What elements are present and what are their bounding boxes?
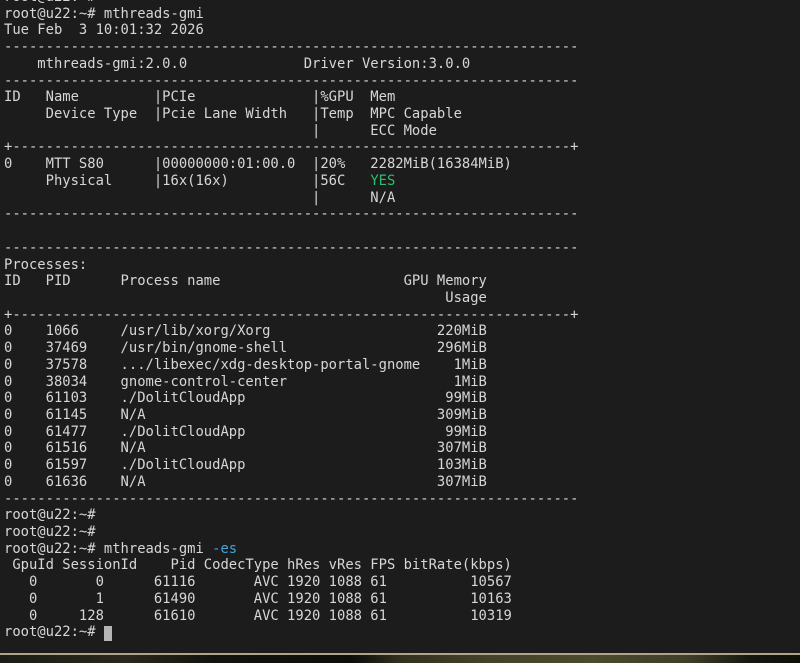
terminal-text: +---------------------------------------…: [4, 307, 578, 323]
terminal-text: 0 1 61490 AVC 1920 1088 61 10163: [4, 591, 512, 607]
terminal-line: 0 61516 N/A 307MiB: [4, 440, 800, 457]
terminal-text: root@u22:~# mthreads-gmi: [4, 541, 212, 557]
terminal-text: 0 37469 /usr/bin/gnome-shell 296MiB: [4, 340, 487, 356]
terminal-text: ID Name |PCIe |%GPU Mem: [4, 89, 395, 105]
terminal-line: ----------------------------------------…: [4, 491, 800, 508]
terminal-line: +---------------------------------------…: [4, 307, 800, 324]
terminal-line: 0 38034 gnome-control-center 1MiB: [4, 374, 800, 391]
terminal-text: ID PID Process name GPU Memory: [4, 273, 487, 289]
terminal-text: 0 61145 N/A 309MiB: [4, 407, 487, 423]
desktop: { "app": { "name": "gnome-terminal-sessi…: [0, 0, 800, 663]
terminal-text: ----------------------------------------…: [4, 73, 578, 89]
terminal-text: 0 128 61610 AVC 1920 1088 61 10319: [4, 608, 512, 624]
terminal-line: Usage: [4, 290, 800, 307]
terminal-line: ----------------------------------------…: [4, 39, 800, 56]
terminal-line: root@u22:~#: [4, 624, 800, 641]
terminal-text: 0 37578 .../libexec/xdg-desktop-portal-g…: [4, 357, 487, 373]
terminal-line: root@u22:~#: [4, 507, 800, 524]
terminal-line: 0 MTT S80 |00000000:01:00.0 |20% 2282MiB…: [4, 156, 800, 173]
terminal-line: Device Type |Pcie Lane Width |Temp MPC C…: [4, 106, 800, 123]
terminal-text: 0 MTT S80 |00000000:01:00.0 |20% 2282MiB…: [4, 156, 512, 172]
terminal-line: Physical |16x(16x) |56C YES: [4, 173, 800, 190]
terminal-line: ----------------------------------------…: [4, 73, 800, 90]
terminal-text: ----------------------------------------…: [4, 240, 578, 256]
terminal-line: 0 61477 ./DolitCloudApp 99MiB: [4, 424, 800, 441]
terminal-line: Tue Feb 3 10:01:32 2026: [4, 22, 800, 39]
terminal-line: ID PID Process name GPU Memory: [4, 273, 800, 290]
terminal-line: ID Name |PCIe |%GPU Mem: [4, 89, 800, 106]
terminal-text: 0 61477 ./DolitCloudApp 99MiB: [4, 424, 487, 440]
text-cursor: [104, 626, 112, 641]
terminal-line: GpuId SessionId Pid CodecType hRes vRes …: [4, 557, 800, 574]
terminal-text: 0 61516 N/A 307MiB: [4, 440, 487, 456]
terminal-output[interactable]: root@u22:~#root@u22:~# mthreads-gmiTue F…: [4, 0, 800, 641]
terminal-line: 0 128 61610 AVC 1920 1088 61 10319: [4, 608, 800, 625]
terminal-line: root@u22:~# mthreads-gmi: [4, 6, 800, 23]
terminal-line: +---------------------------------------…: [4, 139, 800, 156]
terminal-text: root@u22:~#: [4, 524, 96, 540]
terminal-line: 0 37469 /usr/bin/gnome-shell 296MiB: [4, 340, 800, 357]
terminal-text: 0 61103 ./DolitCloudApp 99MiB: [4, 390, 487, 406]
terminal-line: 0 61636 N/A 307MiB: [4, 474, 800, 491]
terminal-line: root@u22:~#: [4, 524, 800, 541]
terminal-text: Tue Feb 3 10:01:32 2026: [4, 22, 204, 38]
terminal-text: | ECC Mode: [4, 123, 437, 139]
terminal-text: root@u22:~#: [4, 624, 104, 640]
terminal-line: root@u22:~# mthreads-gmi -es: [4, 541, 800, 558]
terminal-text: ----------------------------------------…: [4, 39, 578, 55]
terminal-text: ----------------------------------------…: [4, 206, 578, 222]
terminal-line: | ECC Mode: [4, 123, 800, 140]
terminal-text: 0 38034 gnome-control-center 1MiB: [4, 374, 487, 390]
terminal-text: mthreads-gmi:2.0.0 Driver Version:3.0.0: [4, 56, 470, 72]
terminal-line: 0 1 61490 AVC 1920 1088 61 10163: [4, 591, 800, 608]
terminal-text: +---------------------------------------…: [4, 139, 578, 155]
terminal-text: Physical |16x(16x) |56C: [4, 173, 370, 189]
terminal-text: 0 1066 /usr/lib/xorg/Xorg 220MiB: [4, 323, 487, 339]
terminal-line: | N/A: [4, 190, 800, 207]
terminal-text: GpuId SessionId Pid CodecType hRes vRes …: [4, 557, 512, 573]
terminal-text: | N/A: [4, 190, 395, 206]
terminal-text: root@u22:~# mthreads-gmi: [4, 6, 204, 22]
terminal-text: ----------------------------------------…: [4, 491, 578, 507]
terminal-text-green: YES: [370, 173, 395, 189]
terminal-line: [4, 223, 800, 240]
terminal-line: ----------------------------------------…: [4, 240, 800, 257]
terminal-line: 0 61597 ./DolitCloudApp 103MiB: [4, 457, 800, 474]
terminal-text: root@u22:~#: [4, 507, 96, 523]
terminal-text: 0 0 61116 AVC 1920 1088 61 10567: [4, 574, 512, 590]
terminal-line: Processes:: [4, 257, 800, 274]
terminal-line: 0 37578 .../libexec/xdg-desktop-portal-g…: [4, 357, 800, 374]
terminal-line: 0 0 61116 AVC 1920 1088 61 10567: [4, 574, 800, 591]
terminal-line: 0 61145 N/A 309MiB: [4, 407, 800, 424]
desktop-wallpaper-strip: [0, 655, 800, 663]
terminal-line: 0 1066 /usr/lib/xorg/Xorg 220MiB: [4, 323, 800, 340]
terminal-text: Processes:: [4, 257, 87, 273]
terminal-line: mthreads-gmi:2.0.0 Driver Version:3.0.0: [4, 56, 800, 73]
terminal-text-blue: -es: [212, 541, 237, 557]
terminal-line: ----------------------------------------…: [4, 206, 800, 223]
terminal-line: 0 61103 ./DolitCloudApp 99MiB: [4, 390, 800, 407]
terminal-text: 0 61636 N/A 307MiB: [4, 474, 487, 490]
terminal-text: Usage: [4, 290, 487, 306]
terminal-window[interactable]: root@u22:~#root@u22:~# mthreads-gmiTue F…: [0, 0, 800, 653]
terminal-text: Device Type |Pcie Lane Width |Temp MPC C…: [4, 106, 462, 122]
terminal-text: root@u22:~#: [4, 0, 96, 5]
terminal-text: 0 61597 ./DolitCloudApp 103MiB: [4, 457, 487, 473]
